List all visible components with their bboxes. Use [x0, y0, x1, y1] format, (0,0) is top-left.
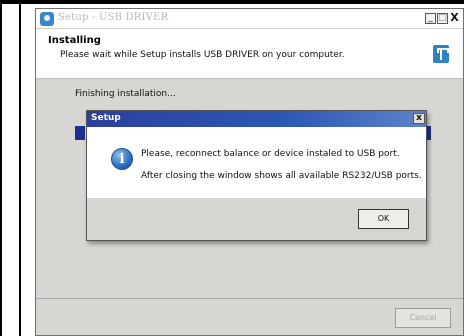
message-dialog: Setup x i Please, reconnect balance or d…: [86, 110, 427, 241]
ok-button[interactable]: OK: [358, 209, 409, 229]
status-text: Finishing installation...: [75, 89, 176, 99]
dialog-body: i Please, reconnect balance or device in…: [87, 127, 426, 198]
progress-bar-left-fill: [75, 126, 85, 140]
close-button[interactable]: X: [449, 12, 460, 24]
document-border-left: [0, 0, 2, 336]
document-border-top: [0, 0, 464, 4]
window-titlebar[interactable]: Setup - USB DRIVER _ □ X: [36, 9, 463, 29]
window-title: Setup - USB DRIVER: [58, 12, 169, 23]
minimize-button[interactable]: _: [425, 13, 436, 24]
dialog-titlebar[interactable]: Setup x: [87, 111, 426, 127]
usb-icon: [433, 45, 449, 63]
setup-app-icon: [40, 12, 54, 26]
page-title: Installing: [48, 35, 101, 46]
cancel-button[interactable]: Cancel: [395, 308, 451, 328]
dialog-message-line2: After closing the window shows all avail…: [141, 171, 422, 181]
page-subtitle: Please wait while Setup installs USB DRI…: [60, 50, 345, 60]
info-icon: i: [111, 148, 133, 170]
dialog-message-line1: Please, reconnect balance or device inst…: [141, 149, 400, 159]
close-icon[interactable]: x: [413, 113, 425, 124]
footer-divider: [36, 298, 463, 299]
document-border-divider: [19, 0, 21, 336]
wizard-header: Installing Please wait while Setup insta…: [36, 29, 463, 79]
maximize-button[interactable]: □: [437, 13, 448, 24]
dialog-title: Setup: [91, 113, 121, 123]
